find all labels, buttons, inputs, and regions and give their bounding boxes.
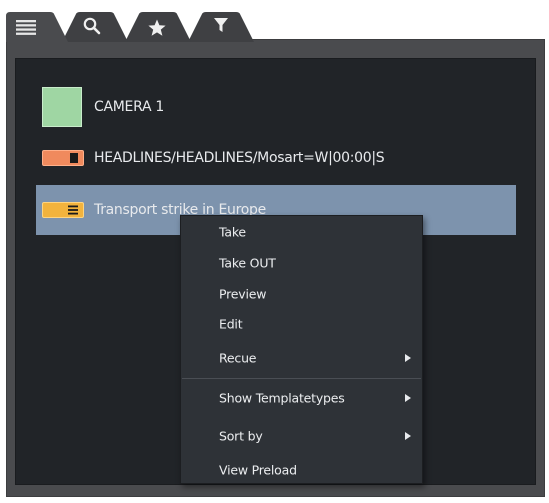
menu-item-recue[interactable]: Recue — [181, 345, 422, 371]
menu-item-label: View Preload — [219, 462, 297, 478]
star-icon — [148, 19, 166, 36]
search-icon — [83, 17, 101, 35]
menu-item-sort-by[interactable]: Sort by — [181, 423, 422, 449]
submenu-arrow-icon — [405, 394, 411, 402]
filter-icon — [214, 18, 228, 32]
context-menu: Take Take OUT Preview Edit Recue Show Te… — [180, 215, 423, 484]
menu-item-label: Show Templatetypes — [219, 390, 345, 406]
tab-list[interactable] — [0, 12, 68, 42]
tab-bar — [0, 0, 549, 42]
menu-item-show-templatetypes[interactable]: Show Templatetypes — [181, 385, 422, 411]
menu-item-view-preload[interactable]: View Preload — [181, 457, 422, 483]
list-item-headlines[interactable]: HEADLINES/HEADLINES/Mosart=W|00:00|S — [36, 139, 516, 177]
menu-item-take[interactable]: Take — [181, 219, 422, 245]
headlines-clip-icon — [42, 150, 84, 166]
menu-item-edit[interactable]: Edit — [181, 311, 422, 337]
list-item-label: HEADLINES/HEADLINES/Mosart=W|00:00|S — [94, 150, 385, 166]
menu-item-label: Recue — [219, 350, 257, 366]
list-item-camera-1[interactable]: CAMERA 1 — [36, 85, 516, 129]
camera-swatch-icon — [42, 87, 82, 127]
submenu-arrow-icon — [405, 432, 411, 440]
list-icon — [16, 20, 36, 35]
menu-item-label: Take — [219, 224, 246, 240]
menu-item-label: Preview — [219, 286, 267, 302]
menu-item-label: Edit — [219, 316, 243, 332]
menu-item-take-out[interactable]: Take OUT — [181, 250, 422, 276]
menu-item-label: Sort by — [219, 428, 263, 444]
menu-separator — [182, 378, 421, 379]
list-item-label: CAMERA 1 — [94, 99, 164, 115]
submenu-arrow-icon — [405, 354, 411, 362]
menu-item-label: Take OUT — [219, 255, 276, 271]
menu-item-preview[interactable]: Preview — [181, 281, 422, 307]
story-template-icon — [42, 202, 84, 218]
